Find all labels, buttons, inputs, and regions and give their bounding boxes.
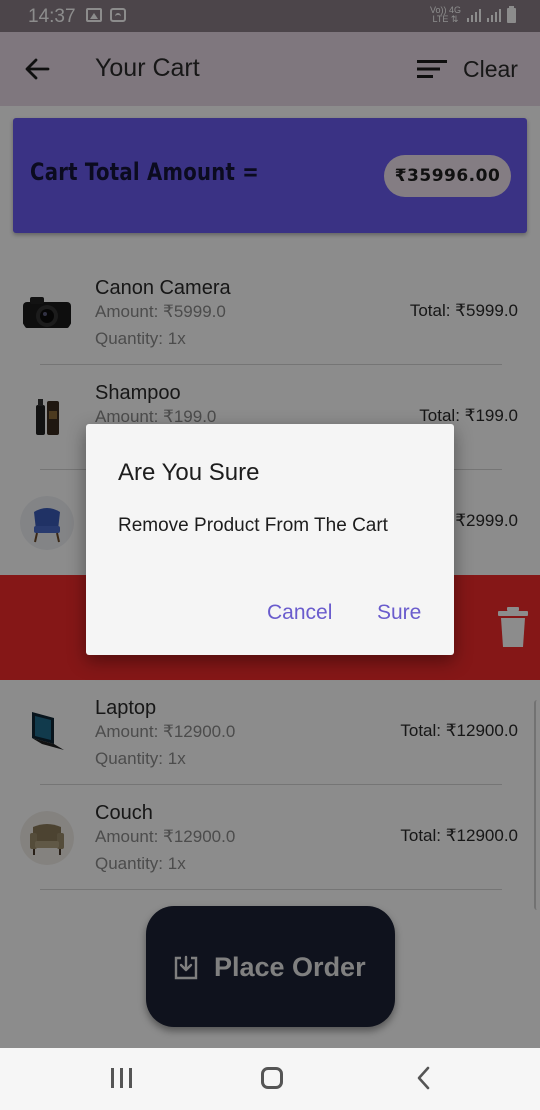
system-nav-bar	[0, 1048, 540, 1110]
dialog-message: Remove Product From The Cart	[118, 515, 388, 536]
dialog-title: Are You Sure	[118, 459, 260, 486]
cancel-button[interactable]: Cancel	[267, 601, 332, 625]
back-chevron-icon[interactable]	[414, 1066, 434, 1090]
confirm-dialog: Are You Sure Remove Product From The Car…	[86, 424, 454, 655]
home-icon[interactable]	[261, 1067, 283, 1089]
sure-button[interactable]: Sure	[377, 601, 421, 625]
recent-apps-icon[interactable]	[111, 1068, 133, 1088]
